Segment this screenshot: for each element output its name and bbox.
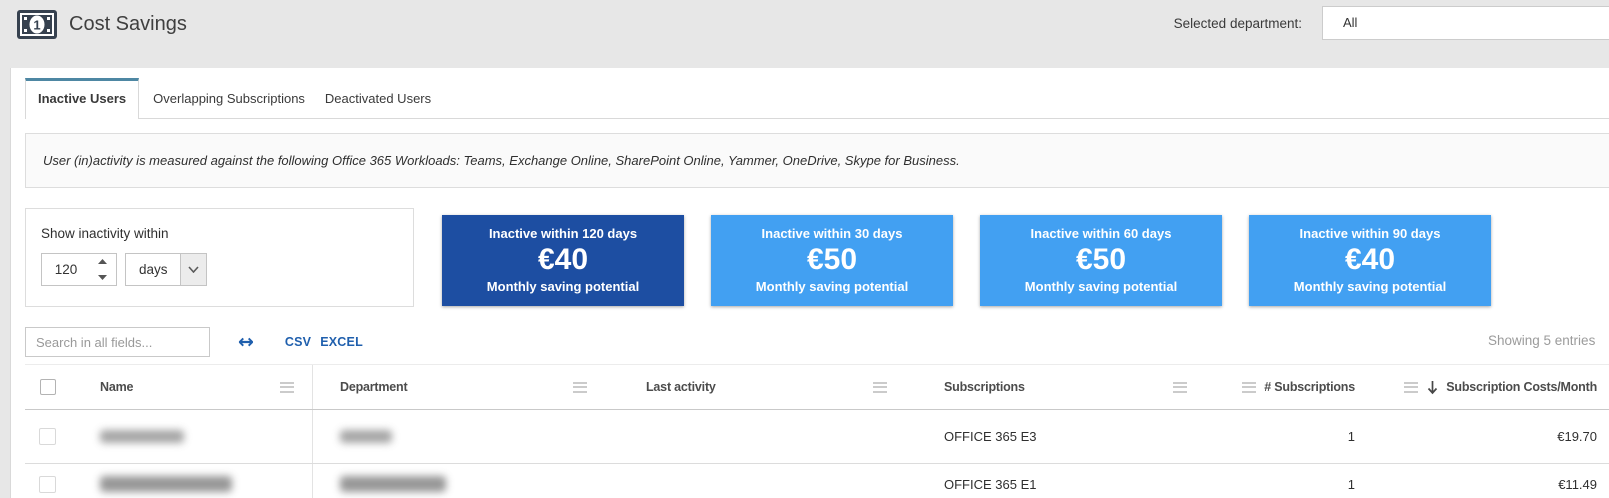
kpi-cards: Inactive within 120 days €40 Monthly sav… xyxy=(442,215,1491,306)
kpi-caption: Monthly saving potential xyxy=(1293,279,1447,294)
column-menu-icon[interactable] xyxy=(1404,381,1419,393)
kpi-caption: Monthly saving potential xyxy=(486,279,640,294)
kpi-title: Inactive within 60 days xyxy=(1030,226,1172,241)
export-excel-button[interactable]: EXCEL xyxy=(320,335,363,349)
export-csv-button[interactable]: CSV xyxy=(285,335,311,349)
column-menu-icon[interactable] xyxy=(1173,381,1187,393)
spinner-down-icon[interactable] xyxy=(90,270,114,286)
tabstrip: Inactive Users Overlapping Subscriptions… xyxy=(25,78,1609,119)
redacted-department xyxy=(340,430,392,443)
kpi-title: Inactive within 30 days xyxy=(761,226,903,241)
subscriptions-cell: OFFICE 365 E3 xyxy=(944,429,1037,444)
inactivity-days-input[interactable] xyxy=(42,254,90,285)
stepper-buttons xyxy=(90,254,114,285)
row-checkbox[interactable] xyxy=(39,475,56,493)
column-label: Subscriptions xyxy=(944,380,1025,394)
topbar: 1 Cost Savings Selected department: All xyxy=(0,0,1609,68)
inactivity-filter-label: Show inactivity within xyxy=(41,226,169,241)
inactive-users-grid: Name Department Last activity Subscripti… xyxy=(25,364,1609,498)
kpi-title: Inactive within 90 days xyxy=(1299,226,1441,241)
kpi-caption: Monthly saving potential xyxy=(1024,279,1178,294)
grid-header-row: Name Department Last activity Subscripti… xyxy=(25,364,1609,410)
column-label: # Subscriptions xyxy=(1264,380,1355,394)
column-menu-icon[interactable] xyxy=(1242,381,1257,393)
chevron-down-icon xyxy=(180,254,206,285)
inactivity-unit-value: days xyxy=(139,262,168,277)
header-num-subscriptions[interactable]: # Subscriptions xyxy=(1205,365,1400,409)
svg-text:1: 1 xyxy=(33,18,40,33)
sort-descending-icon xyxy=(1426,380,1439,395)
header-last-activity[interactable]: Last activity xyxy=(605,365,905,409)
page-title: Cost Savings xyxy=(69,13,187,35)
department-select[interactable]: All xyxy=(1322,6,1609,40)
num-subscriptions-cell: 1 xyxy=(1347,429,1355,444)
subscriptions-cell: OFFICE 365 E1 xyxy=(944,476,1037,492)
cost-cell: €11.49 xyxy=(1558,476,1597,492)
inactivity-filter-inputs: days xyxy=(41,253,413,286)
inactivity-filter-panel: Show inactivity within days xyxy=(25,208,414,307)
kpi-card-90-days[interactable]: Inactive within 90 days €40 Monthly savi… xyxy=(1249,215,1491,306)
column-label: Subscription Costs/Month xyxy=(1446,380,1597,394)
tab-deactivated-users[interactable]: Deactivated Users xyxy=(315,79,441,118)
column-menu-icon[interactable] xyxy=(873,381,887,393)
inactivity-unit-select[interactable]: days xyxy=(125,253,207,286)
redacted-name xyxy=(100,430,184,443)
table-row: OFFICE 365 E3 1 €19.70 xyxy=(25,410,1609,464)
kpi-card-60-days[interactable]: Inactive within 60 days €50 Monthly savi… xyxy=(980,215,1222,306)
kpi-title: Inactive within 120 days xyxy=(488,226,638,241)
redacted-department xyxy=(340,476,446,492)
money-bill-icon: 1 xyxy=(17,10,57,39)
kpi-value: €40 xyxy=(1344,243,1396,276)
column-label: Last activity xyxy=(646,380,716,394)
kpi-card-120-days[interactable]: Inactive within 120 days €40 Monthly sav… xyxy=(442,215,684,306)
header-name[interactable]: Name xyxy=(70,365,313,409)
page-title-group: 1 Cost Savings xyxy=(16,9,187,40)
kpi-value: €40 xyxy=(537,243,589,276)
kpi-value: €50 xyxy=(806,243,858,276)
header-department[interactable]: Department xyxy=(313,365,605,409)
grid-toolbar: ↔ CSV EXCEL Showing 5 entries xyxy=(25,327,1609,357)
kpi-card-30-days[interactable]: Inactive within 30 days €50 Monthly savi… xyxy=(711,215,953,306)
filter-row: Show inactivity within days xyxy=(25,208,1609,307)
column-label: Name xyxy=(100,380,134,394)
spinner-up-icon[interactable] xyxy=(90,254,114,270)
main-panel: Inactive Users Overlapping Subscriptions… xyxy=(10,68,1609,498)
cost-cell: €19.70 xyxy=(1557,429,1597,444)
tab-overlapping-subscriptions[interactable]: Overlapping Subscriptions xyxy=(143,79,315,118)
inactivity-days-stepper xyxy=(41,253,117,286)
column-menu-icon[interactable] xyxy=(573,381,587,393)
kpi-value: €50 xyxy=(1075,243,1127,276)
column-label: Department xyxy=(340,380,408,394)
redacted-name xyxy=(100,476,232,492)
kpi-caption: Monthly saving potential xyxy=(755,279,909,294)
department-label: Selected department: xyxy=(1173,16,1302,31)
table-row: OFFICE 365 E1 1 €11.49 xyxy=(25,464,1609,498)
header-select-all xyxy=(25,365,70,409)
info-banner: User (in)activity is measured against th… xyxy=(25,133,1609,188)
showing-entries-text: Showing 5 entries xyxy=(1488,333,1596,348)
search-input[interactable] xyxy=(25,327,210,357)
select-all-checkbox[interactable] xyxy=(39,379,56,395)
header-subscriptions[interactable]: Subscriptions xyxy=(905,365,1205,409)
column-menu-icon[interactable] xyxy=(280,381,294,393)
row-checkbox[interactable] xyxy=(39,428,56,445)
num-subscriptions-cell: 1 xyxy=(1347,476,1355,492)
swap-arrows-icon[interactable]: ↔ xyxy=(238,332,254,352)
header-subscription-costs[interactable]: Subscription Costs/Month xyxy=(1400,365,1609,409)
tab-inactive-users[interactable]: Inactive Users xyxy=(25,78,140,119)
